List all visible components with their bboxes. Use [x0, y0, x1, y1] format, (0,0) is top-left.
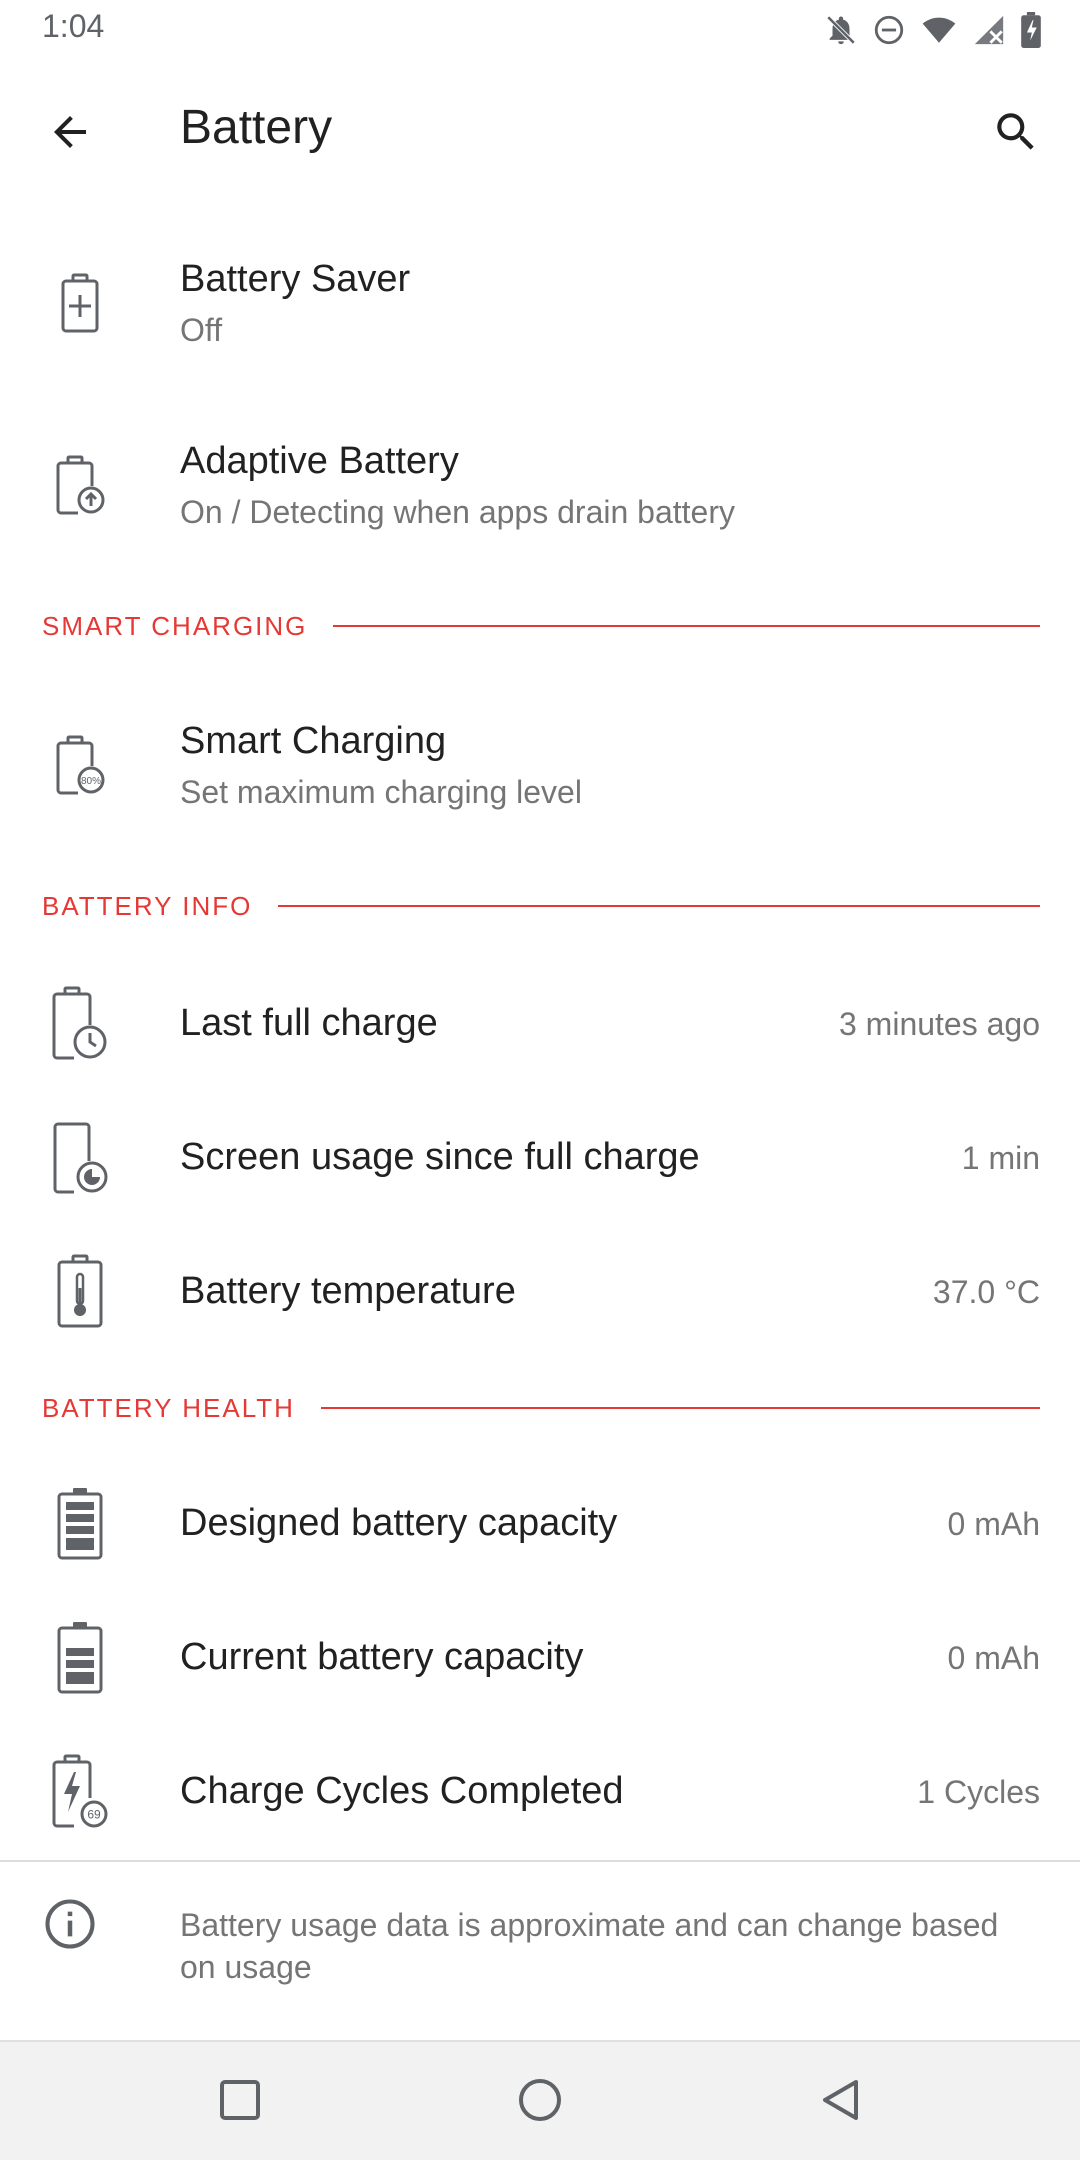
smart-charging-item[interactable]: 80% Smart Charging Set maximum charging … [0, 698, 1080, 836]
screen-usage-icon [40, 1118, 120, 1198]
search-icon [991, 107, 1041, 162]
designed-capacity-title: Designed battery capacity [180, 1502, 618, 1544]
last-full-charge-value: 3 minutes ago [838, 1006, 1040, 1042]
navigation-bar [0, 2040, 1080, 2160]
last-full-charge-title: Last full charge [180, 1002, 438, 1044]
adaptive-battery-summary: On / Detecting when apps drain battery [180, 494, 735, 530]
smart-charging-title: Smart Charging [180, 720, 447, 762]
battery-icon [1020, 12, 1042, 48]
app-bar: Battery [0, 60, 1080, 200]
info-icon [40, 1894, 100, 1954]
notifications-off-icon [824, 13, 858, 47]
section-divider [333, 625, 1040, 627]
smart-charging-summary: Set maximum charging level [180, 774, 582, 810]
section-divider [320, 1407, 1040, 1409]
nav-back-button[interactable] [800, 2062, 880, 2142]
section-label: SMART CHARGING [42, 610, 308, 641]
battery-temperature-title: Battery temperature [180, 1270, 516, 1312]
square-icon [218, 2078, 262, 2127]
current-capacity-item: Current battery capacity 0 mAh [0, 1604, 1080, 1714]
search-button[interactable] [976, 94, 1056, 174]
battery-full-icon [40, 1484, 120, 1564]
charge-cycles-value: 1 Cycles [917, 1774, 1040, 1810]
adaptive-battery-item[interactable]: Adaptive Battery On / Detecting when app… [0, 418, 1080, 556]
section-header-battery-info: BATTERY INFO [42, 886, 1040, 926]
footer-divider [0, 1860, 1080, 1862]
status-time: 1:04 [42, 8, 105, 44]
section-header-battery-health: BATTERY HEALTH [42, 1388, 1040, 1428]
screen-usage-item: Screen usage since full charge 1 min [0, 1104, 1080, 1214]
battery-clock-icon [40, 984, 120, 1064]
battery-80-icon: 80% [40, 726, 120, 806]
section-label: BATTERY HEALTH [42, 1392, 295, 1423]
circle-icon [517, 2077, 563, 2128]
section-header-smart-charging: SMART CHARGING [42, 606, 1040, 646]
footer-note: Battery usage data is approximate and ca… [180, 1907, 999, 1985]
battery-plus-icon [40, 264, 120, 344]
status-bar: 1:04 [0, 0, 1080, 60]
battery-settings-screen: 1:04 Battery Battery Saver Off Adaptive … [0, 0, 1080, 2160]
current-capacity-value: 0 mAh [947, 1640, 1040, 1676]
status-icons [824, 10, 1042, 50]
home-button[interactable] [500, 2062, 580, 2142]
section-divider [278, 905, 1040, 907]
battery-adaptive-icon [40, 446, 120, 526]
battery-saver-title: Battery Saver [180, 258, 411, 300]
battery-partial-icon [40, 1618, 120, 1698]
recents-button[interactable] [200, 2062, 280, 2142]
page-title: Battery [180, 101, 333, 154]
battery-temperature-value: 37.0 °C [932, 1274, 1040, 1310]
battery-cycles-icon: 69 [40, 1752, 120, 1832]
screen-usage-title: Screen usage since full charge [180, 1136, 700, 1178]
designed-capacity-value: 0 mAh [947, 1506, 1040, 1542]
battery-thermometer-icon [40, 1252, 120, 1332]
back-button[interactable] [30, 94, 110, 174]
battery-saver-summary: Off [180, 312, 223, 348]
wifi-icon [920, 13, 958, 47]
charge-cycles-item: 69 Charge Cycles Completed 1 Cycles [0, 1738, 1080, 1848]
section-label: BATTERY INFO [42, 890, 253, 921]
do-not-disturb-icon [872, 13, 906, 47]
battery-saver-item[interactable]: Battery Saver Off [0, 236, 1080, 374]
last-full-charge-item: Last full charge 3 minutes ago [0, 970, 1080, 1080]
battery-cycles-icon-label: 69 [87, 1808, 101, 1822]
triangle-back-icon [818, 2077, 862, 2128]
battery-80-icon-label: 80% [81, 776, 101, 787]
current-capacity-title: Current battery capacity [180, 1636, 584, 1678]
arrow-back-icon [46, 108, 94, 161]
adaptive-battery-title: Adaptive Battery [180, 440, 459, 482]
signal-icon [972, 13, 1006, 47]
battery-temperature-item: Battery temperature 37.0 °C [0, 1238, 1080, 1348]
designed-capacity-item: Designed battery capacity 0 mAh [0, 1470, 1080, 1580]
charge-cycles-title: Charge Cycles Completed [180, 1770, 624, 1812]
screen-usage-value: 1 min [961, 1140, 1040, 1176]
